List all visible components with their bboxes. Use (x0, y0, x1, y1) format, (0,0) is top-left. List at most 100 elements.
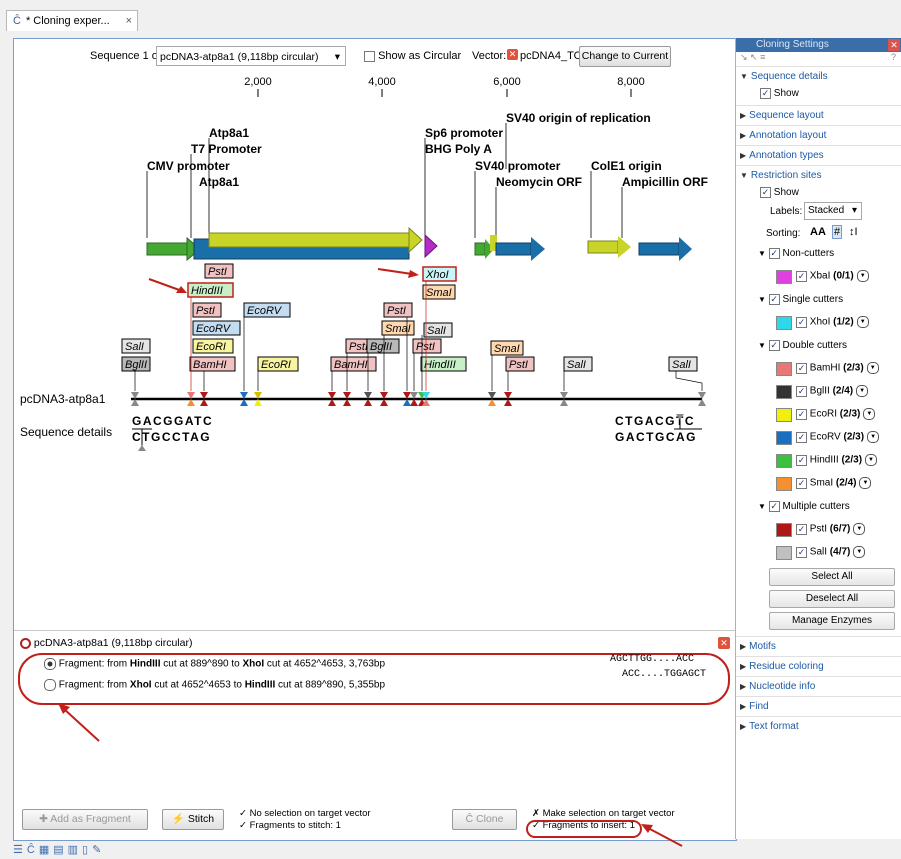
checkbox-checked[interactable]: ✓ (760, 187, 771, 199)
enzyme-label[interactable]: PstI (208, 266, 227, 278)
sequence-select[interactable]: pcDNA3-atp8a1 (9,118bp circular) ▾ (156, 46, 346, 66)
show-circular-toggle[interactable]: Show as Circular (364, 50, 461, 62)
enzyme-row[interactable]: ✓ EcoRI (2/3) ▼ (796, 408, 876, 421)
checkbox-checked[interactable]: ✓ (768, 340, 780, 352)
history-view-icon[interactable]: ✎ (92, 844, 105, 856)
table-view-icon[interactable]: ▦ (39, 844, 53, 856)
enzyme-color-swatch[interactable] (776, 408, 792, 423)
enzyme-label[interactable]: BamHI (193, 359, 227, 371)
deselect-all-button[interactable]: Deselect All (769, 590, 895, 609)
show-circular-checkbox[interactable] (364, 50, 375, 62)
manage-enzymes-button[interactable]: Manage Enzymes (769, 612, 895, 631)
group-multiple-cutters[interactable]: ▼ ✓ Multiple cutters (758, 501, 850, 512)
cloning-view-icon[interactable]: Ĉ (27, 844, 39, 856)
add-as-fragment-button[interactable]: ✚ Add as Fragment (22, 809, 148, 830)
sort-position-icon[interactable]: ↕I (849, 226, 858, 238)
enzyme-row[interactable]: ✓ XbaI (0/1) ▼ (796, 270, 869, 283)
dropdown-icon[interactable]: ▼ (856, 385, 869, 398)
ampicillin-orf-feature[interactable] (638, 242, 680, 256)
checkbox-checked[interactable]: ✓ (796, 431, 807, 443)
dropdown-icon[interactable]: ▼ (863, 408, 876, 421)
group-non-cutters[interactable]: ▼ ✓ Non-cutters (758, 248, 834, 259)
help-icon[interactable]: ? (891, 52, 896, 62)
change-to-current-button[interactable]: Change to Current (579, 46, 671, 67)
neomycin-orf-feature[interactable] (495, 242, 532, 256)
fragment-option[interactable]: Fragment: from HindIII cut at 889^890 to… (44, 654, 714, 670)
enzyme-label[interactable]: PstI (416, 341, 435, 353)
checkbox-checked[interactable]: ✓ (796, 523, 807, 535)
section-sequence-details[interactable]: ▼ Sequence details (736, 66, 901, 86)
dropdown-icon[interactable]: ▼ (865, 454, 878, 467)
checkbox-checked[interactable]: ✓ (796, 477, 807, 489)
enzyme-label[interactable]: SalI (567, 359, 586, 371)
enzyme-label[interactable]: PstI (387, 305, 406, 317)
checkbox-checked[interactable]: ✓ (796, 546, 807, 558)
enzyme-label[interactable]: BamHI (334, 359, 368, 371)
enzyme-color-swatch[interactable] (776, 454, 792, 469)
sort-number-icon[interactable]: # (832, 225, 843, 240)
remove-vector-icon[interactable]: ✕ (507, 49, 518, 60)
group-double-cutters[interactable]: ▼ ✓ Double cutters (758, 340, 847, 351)
sort-alpha-icon[interactable]: AA (810, 226, 826, 238)
enzyme-color-swatch[interactable] (776, 477, 792, 492)
enzyme-color-swatch[interactable] (776, 431, 792, 446)
dropdown-icon[interactable]: ▼ (859, 477, 872, 490)
stitch-button[interactable]: ⚡ Stitch (162, 809, 224, 830)
section-motifs[interactable]: ▶ Motifs (736, 636, 901, 656)
enzyme-label[interactable]: SalI (125, 341, 144, 353)
enzyme-label[interactable]: EcoRI (196, 341, 226, 353)
checkbox-checked[interactable]: ✓ (796, 408, 807, 420)
checkbox-checked[interactable]: ✓ (796, 385, 807, 397)
section-find[interactable]: ▶ Find (736, 696, 901, 716)
show-sequence-details[interactable]: ✓ Show (736, 86, 901, 105)
enzyme-row[interactable]: ✓ SmaI (2/4) ▼ (796, 477, 872, 490)
enzyme-label[interactable]: HindIII (424, 359, 456, 371)
bgh-polya-feature[interactable] (424, 233, 438, 259)
section-residue-coloring[interactable]: ▶ Residue coloring (736, 656, 901, 676)
tab-cloning-experiment[interactable]: Ĉ * Cloning exper... × (6, 10, 138, 31)
enzyme-color-swatch[interactable] (776, 270, 792, 285)
enzyme-label[interactable]: SmaI (494, 343, 520, 355)
expand-icon[interactable]: ↘ ↖ ≡ (740, 52, 765, 62)
section-annotation-layout[interactable]: ▶ Annotation layout (736, 125, 901, 145)
clone-button[interactable]: Ĉ Clone (452, 809, 517, 830)
dropdown-icon[interactable]: ▼ (853, 546, 866, 559)
checkbox-checked[interactable]: ✓ (796, 316, 807, 328)
enzyme-label[interactable]: HindIII (191, 285, 223, 297)
enzyme-row[interactable]: ✓ EcoRV (2/3) ▼ (796, 431, 880, 444)
close-panel-icon[interactable]: ✕ (888, 39, 900, 51)
enzyme-row[interactable]: ✓ HindIII (2/3) ▼ (796, 454, 878, 467)
list-view-icon[interactable]: ☰ (13, 844, 27, 856)
cmv-promoter-feature[interactable] (146, 242, 188, 256)
dropdown-icon[interactable]: ▼ (866, 362, 879, 375)
dropdown-icon[interactable]: ▼ (856, 316, 869, 329)
enzyme-color-swatch[interactable] (776, 546, 792, 561)
book-view-icon[interactable]: ▯ (82, 844, 92, 856)
checkbox-checked[interactable]: ✓ (796, 270, 807, 282)
enzyme-row[interactable]: ✓ SalI (4/7) ▼ (796, 546, 866, 559)
checkbox-checked[interactable]: ✓ (760, 88, 771, 99)
enzyme-color-swatch[interactable] (776, 523, 792, 538)
enzyme-color-swatch[interactable] (776, 316, 792, 331)
section-sequence-layout[interactable]: ▶ Sequence layout (736, 105, 901, 125)
checkbox-checked[interactable]: ✓ (768, 294, 780, 306)
checkbox-checked[interactable]: ✓ (796, 362, 807, 374)
enzyme-label[interactable]: SalI (672, 359, 691, 371)
enzyme-label[interactable]: SalI (427, 325, 446, 337)
section-annotation-types[interactable]: ▶ Annotation types (736, 145, 901, 165)
close-fragments-icon[interactable]: ✕ (718, 637, 730, 649)
fragment-option[interactable]: Fragment: from XhoI cut at 4652^4653 to … (44, 669, 714, 691)
group-single-cutters[interactable]: ▼ ✓ Single cutters (758, 294, 843, 305)
grid-view-icon[interactable]: ▥ (68, 844, 82, 856)
fragment-radio[interactable] (44, 679, 56, 691)
select-all-button[interactable]: Select All (769, 568, 895, 587)
enzyme-label[interactable]: SmaI (426, 287, 452, 299)
tab-close-icon[interactable]: × (126, 15, 132, 27)
fragment-radio[interactable] (44, 658, 56, 670)
enzyme-label[interactable]: BglII (370, 341, 392, 353)
enzyme-label[interactable]: EcoRI (261, 359, 291, 371)
enzyme-label[interactable]: PstI (196, 305, 215, 317)
graph-view-icon[interactable]: ▤ (53, 844, 67, 856)
show-restriction-sites[interactable]: ✓ Show (736, 185, 901, 202)
enzyme-label[interactable]: PstI (509, 359, 528, 371)
